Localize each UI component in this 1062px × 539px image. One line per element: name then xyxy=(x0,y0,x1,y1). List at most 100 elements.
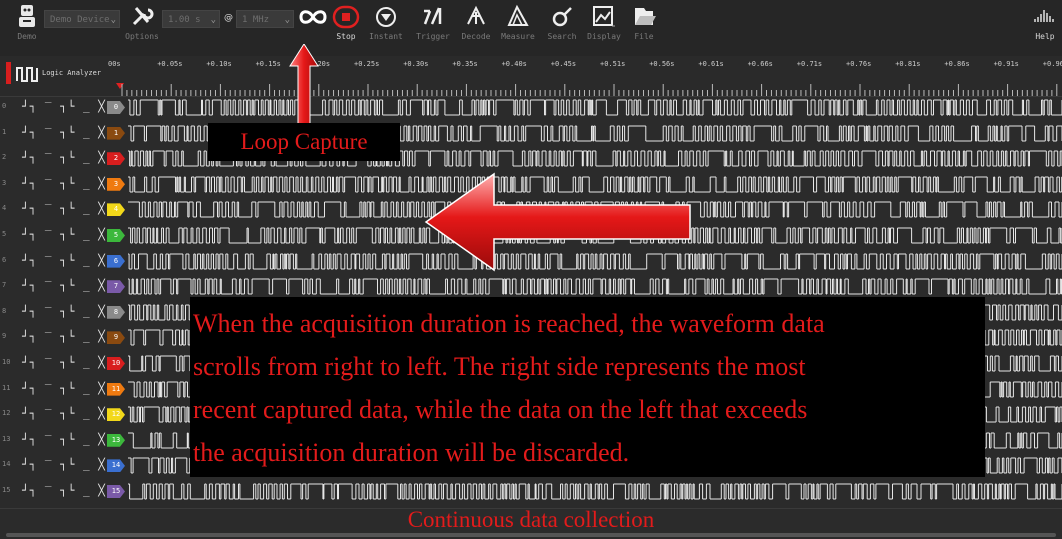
trigger-type-selector[interactable]: ┘┐ ‾ ┐└ _ ╳ xyxy=(22,254,106,267)
channel-number: 14 xyxy=(2,460,11,469)
measure-button[interactable]: Measure xyxy=(498,0,538,42)
channel-number: 15 xyxy=(2,486,11,494)
trigger-type-selector[interactable]: ┘┐ ‾ ┐└ _ ╳ xyxy=(22,228,106,241)
logic-analyzer-icon xyxy=(16,67,38,82)
ruler-tick-label: +0.30s xyxy=(403,60,429,68)
description-line: recent captured data, while the data on … xyxy=(193,395,808,424)
channel-badge[interactable]: 7 xyxy=(107,280,125,294)
wrench-icon xyxy=(132,7,154,26)
trigger-type-selector[interactable]: ┘┐ ‾ ┐└ _ ╳ xyxy=(22,279,106,292)
device-select[interactable]: Demo Device ⌄ xyxy=(44,10,120,28)
channel-badge[interactable]: 8 xyxy=(107,305,125,319)
loop-capture-button[interactable] xyxy=(296,0,330,32)
channel-badge[interactable]: 5 xyxy=(107,229,125,242)
channel-number: 5 xyxy=(2,230,7,238)
channel-badge[interactable]: 6 xyxy=(107,254,125,268)
channel-badge[interactable]: 4 xyxy=(107,203,125,217)
run-indicator xyxy=(6,62,11,84)
channel-badge[interactable]: 10 xyxy=(107,357,125,370)
channel-badge[interactable]: 15 xyxy=(107,485,125,498)
options-button[interactable]: Options xyxy=(122,0,162,42)
ruler-tick-label: +0.56s xyxy=(649,60,675,68)
chevron-down-icon: ⌄ xyxy=(110,15,116,25)
instant-button[interactable]: Instant xyxy=(366,0,406,42)
channel-number: 10 xyxy=(2,358,11,366)
ruler-tick-label: +0.91s xyxy=(993,60,1019,68)
display-button[interactable]: Display xyxy=(584,0,624,42)
channel-badge[interactable]: 1 xyxy=(107,126,125,140)
channel-badge[interactable]: 13 xyxy=(107,433,125,447)
stop-label: Stop xyxy=(336,32,356,41)
channel-row[interactable]: 0 ┘┐ ‾ ┐└ _ ╳ 0 xyxy=(0,97,1062,118)
samplerate-select-value: 1 MHz xyxy=(242,15,270,25)
trigger-type-selector[interactable]: ┘┐ ‾ ┐└ _ ╳ xyxy=(22,151,106,164)
channel-badge[interactable]: 3 xyxy=(107,177,125,191)
ruler-tick-label: +0.05s xyxy=(157,60,183,68)
channel-number: 6 xyxy=(2,255,7,264)
instant-icon xyxy=(376,7,396,27)
channel-badge[interactable]: 2 xyxy=(107,152,125,166)
help-button[interactable]: Help xyxy=(1030,0,1060,42)
ruler-tick-label: +0.35s xyxy=(452,60,478,68)
trigger-type-selector[interactable]: ┘┐ ‾ ┐└ _ ╳ xyxy=(22,382,106,395)
channel-waveform xyxy=(128,99,1062,116)
channel-row[interactable]: 1 ┘┐ ‾ ┐└ _ ╳ 1 xyxy=(0,123,1062,144)
horizontal-scrollbar[interactable] xyxy=(6,533,1056,537)
ruler-tick-label: +0.96s xyxy=(1042,60,1062,68)
trigger-type-selector[interactable]: ┘┐ ‾ ┐└ _ ╳ xyxy=(22,407,106,420)
demo-button[interactable]: Demo xyxy=(10,0,44,42)
samplerate-select[interactable]: 1 MHz ⌄ xyxy=(236,10,294,28)
channel-badge[interactable]: 0 xyxy=(107,101,125,114)
waveform-trace xyxy=(128,278,1062,295)
options-label: Options xyxy=(125,32,159,41)
trigger-type-selector[interactable]: ┘┐ ‾ ┐└ _ ╳ xyxy=(22,126,106,139)
ruler-tick-label: +0.15s xyxy=(255,60,281,68)
search-button[interactable]: Search xyxy=(542,0,582,42)
trigger-type-selector[interactable]: ┘┐ ‾ ┐└ _ ╳ xyxy=(22,433,106,446)
footer-caption: Continuous data collection xyxy=(407,507,655,532)
channel-row[interactable]: 2 ┘┐ ‾ ┐└ _ ╳ 2 xyxy=(0,148,1062,169)
search-label: Search xyxy=(547,32,577,41)
measure-icon xyxy=(507,4,529,26)
channel-row[interactable]: 15 ┘┐ ‾ ┐└ _ ╳ 15 xyxy=(0,481,1062,502)
channel-number: 2 xyxy=(2,153,7,162)
ruler-tick-label: +0.45s xyxy=(550,60,577,68)
infinity-loop-icon xyxy=(299,10,327,24)
loop-capture-label: Loop Capture xyxy=(208,123,400,161)
description-line: scrolls from right to left. The right si… xyxy=(193,352,806,381)
ruler-tick-label: +0.71s xyxy=(796,60,823,68)
decode-button[interactable]: Decode xyxy=(456,0,496,42)
up-arrow-annotation xyxy=(289,44,319,125)
file-label: File xyxy=(634,32,654,41)
channel-number: 12 xyxy=(2,409,11,418)
file-button[interactable]: File xyxy=(626,0,662,42)
trigger-type-selector[interactable]: ┘┐ ‾ ┐└ _ ╳ xyxy=(22,484,106,497)
help-label: Help xyxy=(1035,32,1055,41)
trigger-type-selector[interactable]: ┘┐ ‾ ┐└ _ ╳ xyxy=(22,305,106,318)
trigger-type-selector[interactable]: ┘┐ ‾ ┐└ _ ╳ xyxy=(22,100,106,113)
trigger-type-selector[interactable]: ┘┐ ‾ ┐└ _ ╳ xyxy=(22,356,106,369)
device-select-value: Demo Device xyxy=(50,15,110,25)
ruler-tick-label: 00s xyxy=(108,60,121,68)
duration-select-value: 1.00 s xyxy=(168,15,201,25)
ruler-tick-label: +0.66s xyxy=(747,60,773,68)
channel-badge[interactable]: 9 xyxy=(107,331,125,345)
stop-button[interactable]: Stop xyxy=(330,0,362,42)
channel-badge[interactable]: 11 xyxy=(107,382,125,396)
trigger-type-selector[interactable]: ┘┐ ‾ ┐└ _ ╳ xyxy=(22,202,106,215)
trigger-type-selector[interactable]: ┘┐ ‾ ┐└ _ ╳ xyxy=(22,177,106,190)
channel-badge[interactable]: 14 xyxy=(107,459,125,473)
channel-row[interactable]: 7 ┘┐ ‾ ┐└ _ ╳ 7 xyxy=(0,276,1062,297)
waveform-trace xyxy=(128,99,1062,116)
time-ruler[interactable]: Logic Analyzer 00s +0.05s +0.10s +0.15s +0.2… xyxy=(0,56,1062,97)
ruler-tick-label: +0.25s xyxy=(354,60,380,68)
trigger-type-selector[interactable]: ┘┐ ‾ ┐└ _ ╳ xyxy=(22,458,106,471)
channel-badge[interactable]: 12 xyxy=(107,408,125,422)
trigger-button[interactable]: Trigger xyxy=(412,0,454,42)
duration-select[interactable]: 1.00 s ⌄ xyxy=(162,10,220,28)
channel-number: 3 xyxy=(2,178,7,187)
ruler-tick-label: +0.51s xyxy=(600,60,626,68)
channel-waveform xyxy=(128,278,1062,295)
ruler-tick-label: +0.40s xyxy=(501,60,527,68)
trigger-type-selector[interactable]: ┘┐ ‾ ┐└ _ ╳ xyxy=(22,330,106,343)
